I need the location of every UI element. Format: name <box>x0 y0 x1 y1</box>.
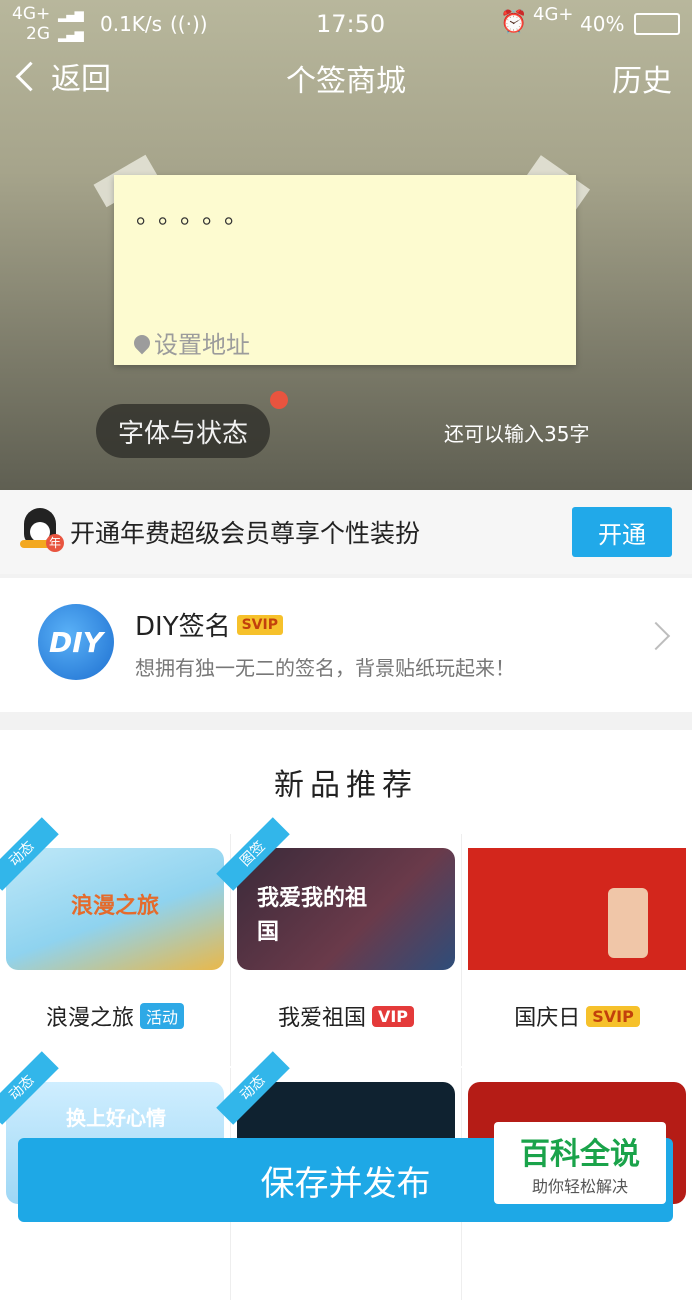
location-label: 设置地址 <box>154 331 250 359</box>
status-bar: 4G+ 2G ▂▄▆ ▂▄▆ 0.1K/s ((·)) 17:50 ⏰ 4G+ … <box>0 0 692 46</box>
product-name: 浪漫之旅 <box>45 1006 134 1031</box>
nav-bar: 返回 个签商城 历史 <box>0 46 692 106</box>
network-label-3: 4G+ <box>533 4 574 25</box>
clock: 17:50 <box>316 10 386 38</box>
history-button[interactable]: 历史 <box>612 56 672 100</box>
diy-logo: DIY <box>38 604 114 680</box>
section-title: 新品推荐 <box>274 768 418 803</box>
watermark-subtitle: 助你轻松解决 <box>531 1177 628 1196</box>
product-name-row: 我爱祖国 VIP <box>231 1000 461 1032</box>
signature-note[interactable]: 。。。。。 设置地址 <box>114 175 576 365</box>
chevron-right-icon <box>641 621 671 651</box>
signature-text[interactable]: 。。。。。 <box>136 195 258 230</box>
product-card[interactable]: 我爱我的祖国 图签 我爱祖国 VIP <box>216 817 462 1066</box>
network-label-1: 4G+ <box>12 4 51 24</box>
battery-percent: 40% <box>580 12 625 36</box>
watermark-title: 百科全说 <box>520 1137 640 1172</box>
penguin-icon: 年 <box>18 506 64 552</box>
product-card[interactable]: 国庆日 SVIP <box>462 834 692 1066</box>
svip-tag: SVIP <box>586 1005 640 1027</box>
location-pin-icon <box>130 331 154 354</box>
diy-subtitle: 想拥有独一无二的签名，背景贴纸玩起来！ <box>135 656 515 680</box>
alarm-icon: ⏰ <box>500 10 528 35</box>
annual-badge: 年 <box>46 534 64 552</box>
font-and-status-button[interactable]: 字体与状态 <box>96 404 270 458</box>
monument-icon <box>608 888 648 958</box>
product-name-row: 国庆日 SVIP <box>462 1000 692 1032</box>
product-card[interactable]: 浪漫之旅 动态 浪漫之旅 活动 <box>0 817 231 1066</box>
open-vip-button[interactable]: 开通 <box>572 507 672 557</box>
product-name: 我爱祖国 <box>277 1006 366 1031</box>
diy-title-row: DIY签名 SVIP <box>135 606 283 643</box>
product-image-text: 浪漫之旅 <box>70 894 159 919</box>
network-label-2: 2G <box>26 24 50 44</box>
page-title: 个签商城 <box>286 64 406 99</box>
product-image: 我爱我的祖国 <box>237 848 455 970</box>
product-image: 浪漫之旅 <box>6 848 224 970</box>
wifi-icon: ((·)) <box>170 12 208 36</box>
vip-promo-bar: 年 开通年费超级会员尊享个性装扮 开通 <box>0 490 692 574</box>
signal-icon-2: ▂▄▆ <box>58 28 84 42</box>
svip-badge: SVIP <box>236 614 283 635</box>
signal-icon: ▂▄▆ <box>58 8 84 22</box>
diy-title: DIY签名 <box>135 612 231 642</box>
diy-signature-entry[interactable]: DIY DIY签名 SVIP 想拥有独一无二的签名，背景贴纸玩起来！ <box>0 578 692 712</box>
product-name-row: 浪漫之旅 活动 <box>0 1000 230 1032</box>
product-image-text: 我爱我的祖国 <box>257 886 368 945</box>
notification-dot <box>270 391 288 409</box>
watermark: 百科全说 助你轻松解决 <box>494 1122 666 1204</box>
speed-label: 0.1K/s <box>100 12 163 36</box>
vip-tag: VIP <box>371 1005 415 1027</box>
location-setter[interactable]: 设置地址 <box>130 325 250 360</box>
product-name: 国庆日 <box>514 1006 581 1031</box>
vip-promo-text: 开通年费超级会员尊享个性装扮 <box>70 519 421 548</box>
product-image-text: 换上好心情 <box>66 1106 166 1130</box>
activity-tag: 活动 <box>140 1003 185 1029</box>
product-image <box>468 848 686 970</box>
battery-icon <box>634 13 680 35</box>
signature-preview-area: 4G+ 2G ▂▄▆ ▂▄▆ 0.1K/s ((·)) 17:50 ⏰ 4G+ … <box>0 0 692 490</box>
remaining-chars: 还可以输入35字 <box>444 422 590 446</box>
